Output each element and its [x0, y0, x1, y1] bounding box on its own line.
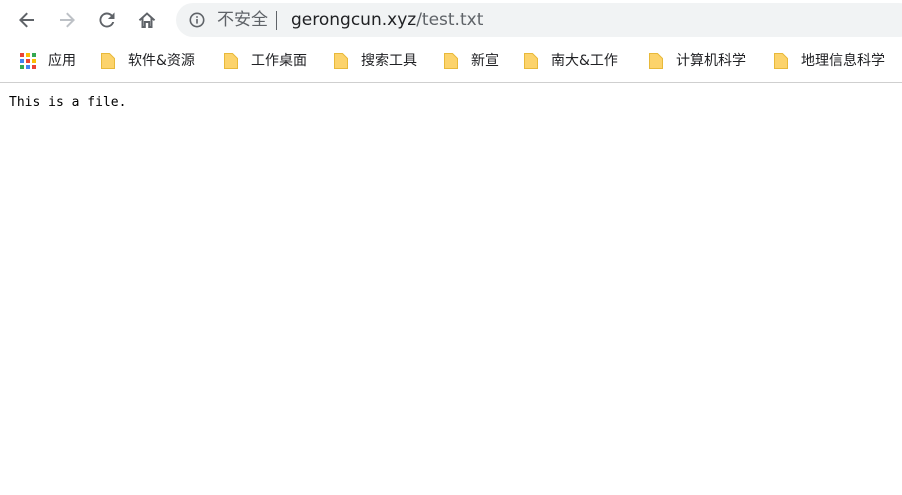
bookmark-folder-label: 软件&资源	[128, 53, 195, 69]
apps-grid-dot	[32, 65, 36, 69]
apps-grid-dot	[32, 53, 36, 57]
url-path: /test.txt	[416, 10, 484, 30]
bookmark-folder-label: 工作桌面	[251, 53, 307, 69]
home-button[interactable]	[133, 6, 161, 34]
bookmark-folder[interactable]: 南大&工作	[523, 50, 618, 72]
apps-grid-dot	[32, 59, 36, 63]
folder-icon	[774, 53, 788, 69]
reload-button[interactable]	[93, 6, 121, 34]
bookmark-folder-label: 地理信息科学	[801, 53, 885, 69]
forward-button[interactable]	[53, 6, 81, 34]
info-circle-icon[interactable]	[189, 12, 205, 28]
bookmark-folder[interactable]: 搜索工具	[333, 50, 417, 72]
bookmarks-bar: 应用 软件&资源 工作桌面 搜索工具 新宣 南大&工作 计算机科学 地理信息科学	[0, 40, 902, 82]
browser-toolbar: 不安全 gerongcun.xyz/test.txt	[0, 0, 902, 40]
url-domain: gerongcun.xyz	[291, 10, 417, 30]
folder-icon	[101, 53, 115, 69]
security-divider	[276, 11, 277, 30]
address-bar[interactable]: 不安全 gerongcun.xyz/test.txt	[176, 3, 902, 37]
bookmark-folder[interactable]: 新宣	[443, 50, 499, 72]
security-status-label[interactable]: 不安全	[217, 10, 268, 30]
folder-icon	[524, 53, 538, 69]
apps-grid-icon	[19, 52, 37, 70]
bookmark-folder-label: 新宣	[471, 53, 499, 69]
bookmark-folder-label: 南大&工作	[551, 53, 618, 69]
bookmark-folder[interactable]: 软件&资源	[100, 50, 195, 72]
bookmark-folder[interactable]: 地理信息科学	[773, 50, 885, 72]
apps-grid-dot	[20, 65, 24, 69]
apps-grid-dot	[26, 65, 30, 69]
apps-grid-dot	[26, 53, 30, 57]
arrow-right-icon	[60, 12, 75, 28]
apps-grid-dot	[20, 53, 24, 57]
bookmark-apps-label: 应用	[48, 53, 76, 69]
apps-grid-dot	[20, 59, 24, 63]
page-content: This is a file.	[0, 83, 902, 495]
reload-icon	[99, 12, 115, 28]
folder-icon	[334, 53, 348, 69]
arrow-left-icon	[19, 12, 34, 28]
folder-icon	[444, 53, 458, 69]
bookmark-apps[interactable]: 应用	[19, 50, 76, 72]
bookmark-folder[interactable]: 工作桌面	[223, 50, 307, 72]
back-button[interactable]	[13, 6, 41, 34]
url-text[interactable]: gerongcun.xyz/test.txt	[291, 10, 483, 30]
folder-icon	[649, 53, 663, 69]
bookmark-folder[interactable]: 计算机科学	[648, 50, 746, 72]
file-content-text: This is a file.	[9, 95, 127, 110]
bookmark-folder-label: 计算机科学	[676, 53, 746, 69]
folder-icon	[224, 53, 238, 69]
bookmark-folder-label: 搜索工具	[361, 53, 417, 69]
apps-grid-dot	[26, 59, 30, 63]
home-icon	[138, 12, 156, 28]
